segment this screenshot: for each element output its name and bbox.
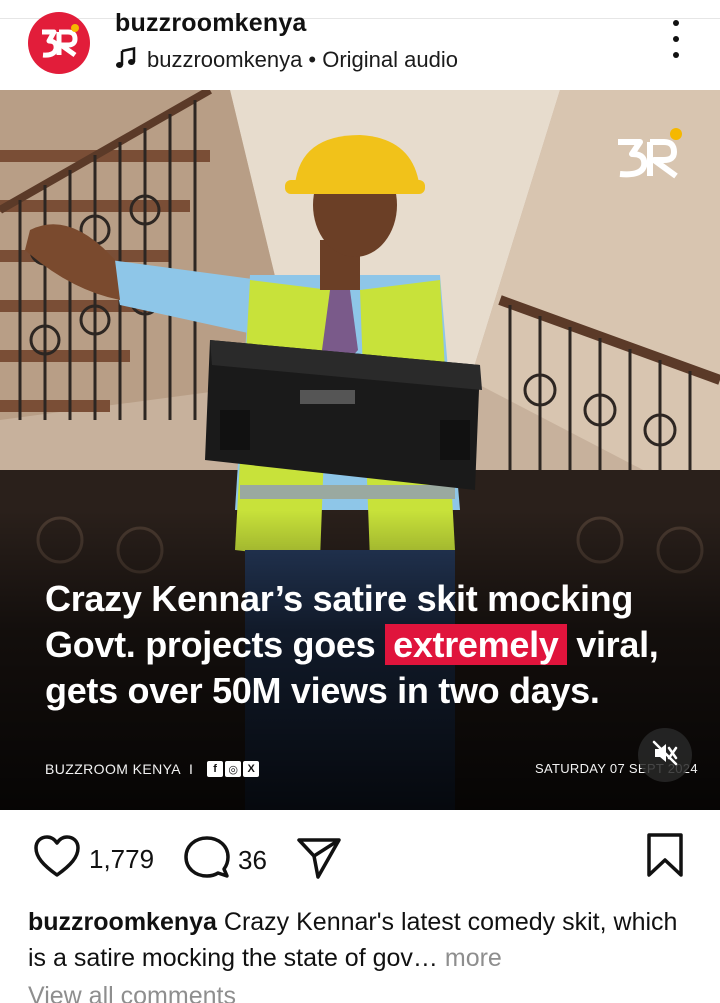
divider bbox=[0, 18, 720, 19]
brand-footer-label: BUZZROOM KENYA bbox=[45, 761, 182, 777]
music-note-icon bbox=[115, 46, 137, 74]
caption-username[interactable]: buzzroomkenya bbox=[28, 908, 217, 936]
facebook-icon: f bbox=[207, 761, 224, 777]
more-options-icon[interactable] bbox=[664, 20, 688, 58]
comment-icon bbox=[184, 835, 230, 886]
audio-label: buzzroomkenya • Original audio bbox=[147, 47, 458, 72]
share-button[interactable] bbox=[296, 836, 342, 885]
send-icon bbox=[296, 836, 342, 885]
x-icon: X bbox=[243, 761, 260, 777]
post-username[interactable]: buzzroomkenya bbox=[115, 8, 307, 38]
brand-separator: I bbox=[189, 761, 194, 777]
brand-footer: BUZZROOM KENYA I f ◎ X bbox=[45, 761, 260, 777]
avatar[interactable] bbox=[28, 12, 90, 74]
post-caption: buzzroomkenya Crazy Kennar's latest come… bbox=[28, 904, 700, 976]
like-count: 1,779 bbox=[89, 844, 155, 874]
like-button[interactable]: 1,779 bbox=[33, 835, 154, 884]
comment-count: 36 bbox=[238, 845, 267, 875]
headline-text: Crazy Kennar’s satire skit mocking Govt.… bbox=[45, 576, 705, 714]
save-button[interactable] bbox=[646, 832, 684, 883]
social-icons: f ◎ X bbox=[207, 761, 260, 777]
comment-button[interactable]: 36 bbox=[184, 835, 267, 886]
post-header: buzzroomkenya buzzroomkenya • Original a… bbox=[0, 0, 720, 90]
brand-logo-icon bbox=[35, 19, 83, 67]
heart-icon bbox=[33, 835, 81, 884]
headline-highlight: extremely bbox=[385, 624, 567, 665]
mute-button[interactable] bbox=[638, 728, 692, 782]
action-bar: 1,779 36 bbox=[0, 810, 720, 905]
instagram-icon: ◎ bbox=[225, 761, 242, 777]
post-media[interactable]: Crazy Kennar’s satire skit mocking Govt.… bbox=[0, 90, 720, 810]
watermark-logo-icon bbox=[614, 128, 684, 184]
audio-link[interactable]: buzzroomkenya • Original audio bbox=[115, 45, 458, 75]
bookmark-icon bbox=[646, 832, 684, 883]
caption-more-link[interactable]: more bbox=[438, 944, 502, 972]
speaker-muted-icon bbox=[651, 739, 679, 772]
view-all-comments-link[interactable]: View all comments bbox=[28, 982, 236, 1003]
